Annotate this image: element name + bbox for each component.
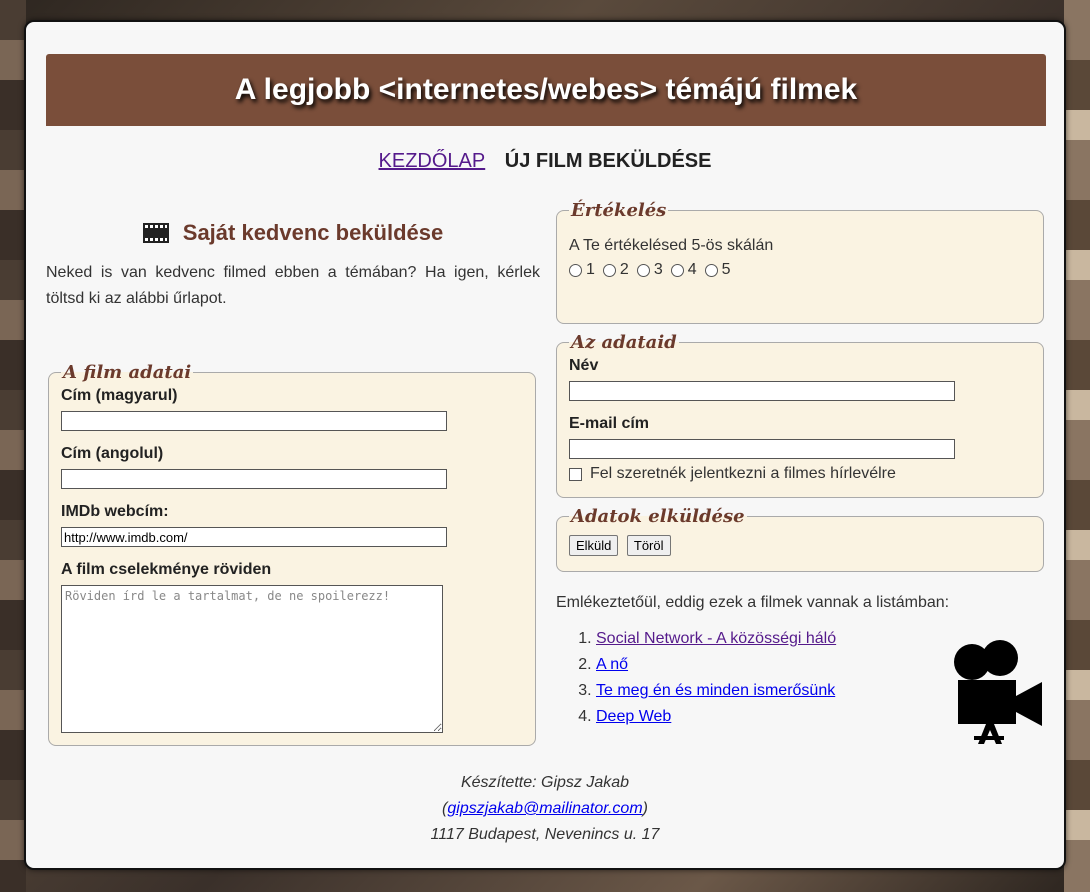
rating-option-5[interactable]: 5 bbox=[704, 261, 731, 279]
radio-button[interactable] bbox=[704, 263, 718, 277]
section-heading-text: Saját kedvenc beküldése bbox=[182, 220, 444, 245]
film-link-1[interactable]: Social Network - A közösségi háló bbox=[596, 630, 836, 647]
rating-option-1[interactable]: 1 bbox=[569, 261, 595, 279]
newsletter-row[interactable]: Fel szeretnék jelentkezni a filmes hírle… bbox=[569, 465, 1031, 483]
section-heading: Saját kedvenc beküldése bbox=[46, 220, 540, 246]
nav-current-page: ÚJ FILM BEKÜLDÉSE bbox=[504, 150, 712, 172]
movie-camera-icon bbox=[954, 640, 1042, 744]
email-input[interactable] bbox=[569, 439, 955, 459]
plot-textarea[interactable] bbox=[61, 585, 443, 733]
submit-fieldset: Adatok elküldése Elküld Töröl bbox=[556, 506, 1044, 572]
user-data-legend: Az adataid bbox=[571, 332, 677, 353]
film-details-fieldset: A film adatai Cím (magyarul) Cím (angolu… bbox=[48, 362, 536, 746]
background-right-strip bbox=[1064, 0, 1090, 892]
page-title: A legjobb <internetes/webes> témájú film… bbox=[234, 73, 858, 106]
plot-label: A film cselekménye röviden bbox=[61, 561, 272, 578]
title-hu-label: Cím (magyarul) bbox=[61, 387, 178, 404]
radio-button[interactable] bbox=[569, 263, 582, 277]
film-strip-icon bbox=[142, 223, 169, 243]
rating-option-3[interactable]: 3 bbox=[636, 261, 663, 279]
nav-home-link[interactable]: KEZDŐLAP bbox=[379, 150, 486, 172]
reset-button[interactable]: Töröl bbox=[626, 535, 671, 556]
rating-text: A Te értékelésed 5-ös skálán bbox=[569, 237, 774, 254]
footer-email-line: (gipszjakab@mailinator.com) bbox=[442, 800, 648, 817]
footer-author: Készítette: Gipsz Jakab bbox=[460, 774, 630, 791]
footer-address: 1117 Budapest, Nevenincs u. 17 bbox=[430, 826, 660, 843]
radio-button[interactable] bbox=[670, 263, 684, 277]
name-label: Név bbox=[569, 357, 599, 374]
user-data-fieldset: Az adataid Név E-mail cím Fel szeretnék … bbox=[556, 332, 1044, 498]
rating-legend: Értékelés bbox=[571, 200, 667, 221]
rating-option-2[interactable]: 2 bbox=[602, 261, 629, 279]
imdb-url-input[interactable] bbox=[61, 527, 447, 547]
title-en-input[interactable] bbox=[61, 469, 447, 489]
imdb-label: IMDb webcím: bbox=[61, 503, 169, 520]
title-en-label: Cím (angolul) bbox=[61, 445, 164, 462]
page-card: A legjobb <internetes/webes> témájú film… bbox=[24, 20, 1066, 870]
film-details-legend: A film adatai bbox=[63, 362, 192, 383]
film-link-2[interactable]: A nő bbox=[596, 656, 628, 673]
background-left-strip bbox=[0, 0, 26, 892]
radio-button[interactable] bbox=[602, 263, 616, 277]
main-nav: KEZDŐLAP ÚJ FILM BEKÜLDÉSE bbox=[26, 150, 1064, 173]
title-hu-input[interactable] bbox=[61, 411, 447, 431]
submit-button[interactable]: Elküld bbox=[569, 535, 619, 556]
list-intro: Emlékeztetőül, eddig ezek a filmek vanna… bbox=[556, 594, 950, 611]
footer: Készítette: Gipsz Jakab (gipszjakab@mail… bbox=[26, 770, 1064, 848]
email-label: E-mail cím bbox=[569, 415, 650, 432]
rating-options: 1 2 3 4 5 bbox=[569, 261, 1031, 279]
name-input[interactable] bbox=[569, 381, 955, 401]
radio-button[interactable] bbox=[636, 263, 650, 277]
film-link-3[interactable]: Te meg én és minden ismerősünk bbox=[596, 682, 835, 699]
newsletter-checkbox[interactable] bbox=[569, 467, 582, 481]
submit-legend: Adatok elküldése bbox=[571, 506, 745, 527]
rating-fieldset: Értékelés A Te értékelésed 5-ös skálán 1… bbox=[556, 200, 1044, 324]
rating-option-4[interactable]: 4 bbox=[670, 261, 697, 279]
intro-text: Neked is van kedvenc filmed ebben a témá… bbox=[46, 264, 540, 307]
header-banner: A legjobb <internetes/webes> témájú film… bbox=[46, 54, 1046, 126]
left-column: Saját kedvenc beküldése Neked is van ked… bbox=[46, 212, 540, 746]
film-link-4[interactable]: Deep Web bbox=[596, 708, 671, 725]
footer-email-link[interactable]: gipszjakab@mailinator.com bbox=[447, 800, 642, 817]
newsletter-label: Fel szeretnék jelentkezni a filmes hírle… bbox=[590, 465, 896, 482]
